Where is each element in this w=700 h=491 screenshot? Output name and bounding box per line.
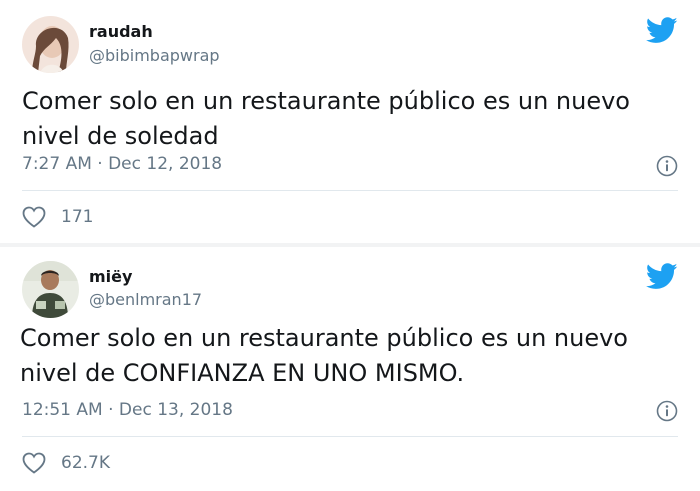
display-name[interactable]: miëy [89, 267, 132, 286]
avatar[interactable] [22, 16, 79, 73]
avatar[interactable] [22, 261, 79, 318]
timestamp[interactable]: 12:51 AM · Dec 13, 2018 [22, 400, 233, 420]
user-handle[interactable]: @bibimbapwrap [89, 46, 220, 65]
tweet-text: Comer solo en un restaurante público es … [22, 84, 672, 154]
twitter-bird-icon[interactable] [646, 263, 678, 290]
tweet-text: Comer solo en un restaurante público es … [20, 321, 670, 391]
info-icon[interactable] [656, 155, 678, 177]
divider [22, 190, 678, 191]
tweet-card[interactable]: miëy @benlmran17 Comer solo en un restau… [0, 247, 700, 491]
tweet-text-line: nivel de soledad [22, 122, 219, 150]
display-name[interactable]: raudah [89, 22, 153, 41]
twitter-bird-icon[interactable] [646, 17, 678, 44]
tweet-text-line: nivel de CONFIANZA EN UNO MISMO. [20, 359, 465, 387]
timestamp[interactable]: 7:27 AM · Dec 12, 2018 [22, 154, 222, 174]
divider [22, 436, 678, 437]
like-action[interactable]: 62.7K [22, 452, 110, 474]
heart-icon[interactable] [22, 452, 46, 474]
tweet-text-line: Comer solo en un restaurante público es … [22, 87, 630, 115]
like-action[interactable]: 171 [22, 206, 93, 228]
like-count: 62.7K [61, 453, 110, 473]
heart-icon[interactable] [22, 206, 46, 228]
info-icon[interactable] [656, 400, 678, 422]
tweet-card[interactable]: raudah @bibimbapwrap Comer solo en un re… [0, 0, 700, 243]
tweet-text-line: Comer solo en un restaurante público es … [20, 324, 628, 352]
user-handle[interactable]: @benlmran17 [89, 290, 202, 309]
like-count: 171 [61, 207, 94, 227]
